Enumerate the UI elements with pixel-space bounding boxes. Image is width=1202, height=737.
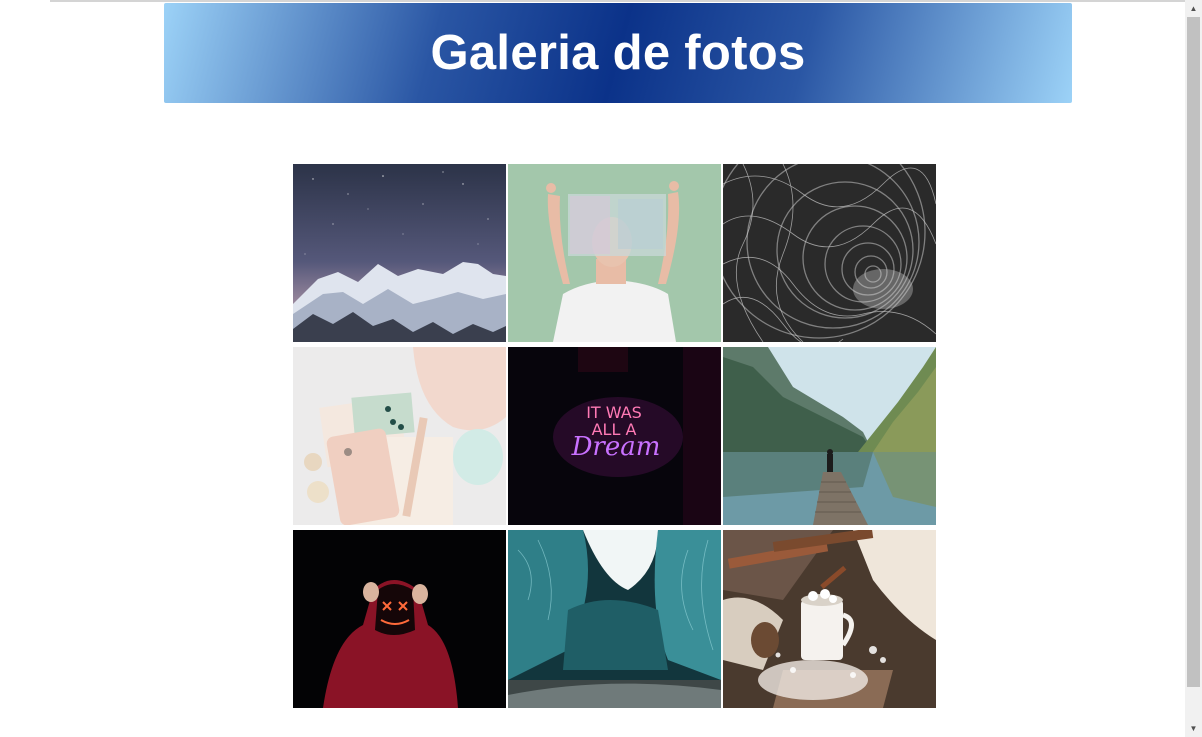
gallery-photo-spiral[interactable]: [723, 164, 936, 342]
gallery-photo-neon-sign[interactable]: IT WAS ALL A Dream: [508, 347, 721, 525]
gallery-photo-mountains[interactable]: [293, 164, 506, 342]
page: Galeria de fotos IT WAS ALL A Dream ▲ ▼: [0, 0, 1202, 737]
gallery-photo-glass-portrait[interactable]: [508, 164, 721, 342]
photo-gallery: IT WAS ALL A Dream: [293, 164, 936, 708]
top-divider: [50, 0, 1185, 2]
scroll-down-icon[interactable]: ▼: [1185, 720, 1202, 737]
scrollbar-thumb[interactable]: [1187, 17, 1200, 687]
gallery-photo-flatlay[interactable]: [293, 347, 506, 525]
svg-text:Dream: Dream: [571, 432, 661, 462]
vertical-scrollbar[interactable]: ▲ ▼: [1185, 0, 1202, 737]
scroll-up-icon[interactable]: ▲: [1185, 0, 1202, 17]
page-header: Galeria de fotos: [164, 3, 1072, 103]
gallery-photo-cocoa-mug[interactable]: [723, 530, 936, 708]
page-title: Galeria de fotos: [430, 26, 806, 80]
gallery-photo-ice-cave[interactable]: [508, 530, 721, 708]
gallery-photo-lake-dock[interactable]: [723, 347, 936, 525]
gallery-photo-neon-mask[interactable]: [293, 530, 506, 708]
